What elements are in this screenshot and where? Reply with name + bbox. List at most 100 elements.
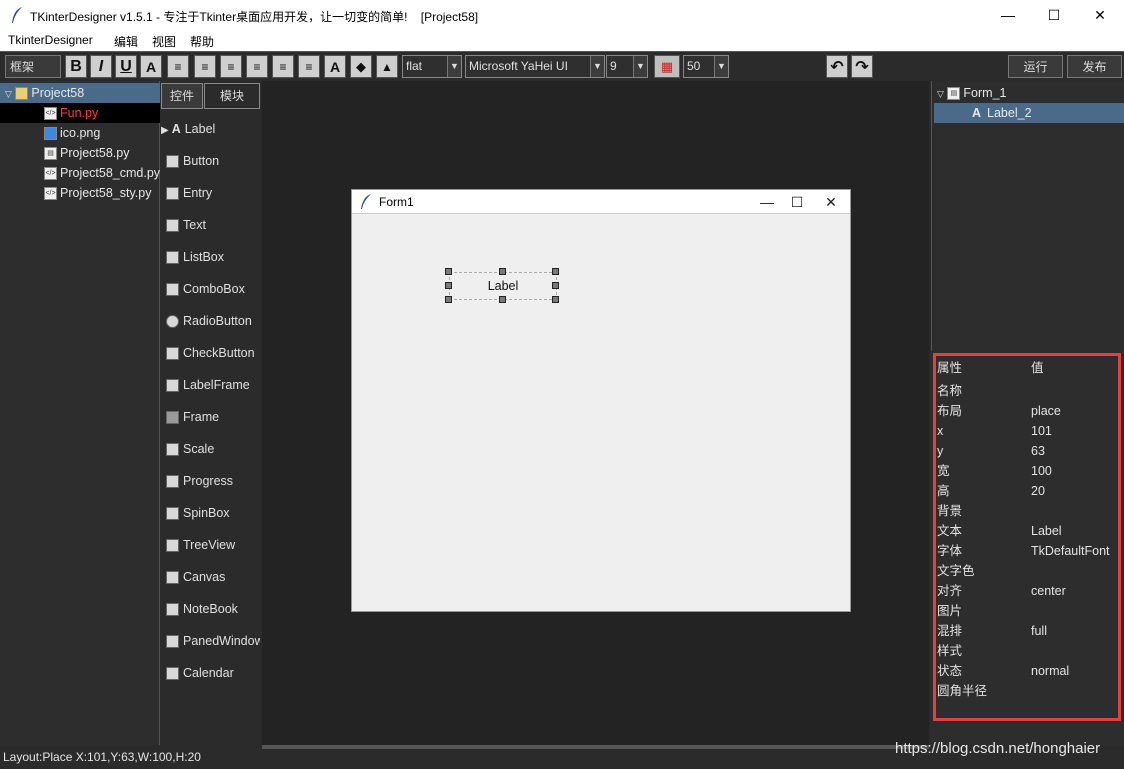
- palette-item-panedwindow[interactable]: PanedWindow: [166, 631, 260, 651]
- palette-item-spinbox[interactable]: SpinBox: [166, 503, 260, 523]
- bold-button[interactable]: B: [65, 55, 87, 78]
- palette-item-scale[interactable]: Scale: [166, 439, 260, 459]
- palette-item-combobox[interactable]: ComboBox: [166, 279, 260, 299]
- tree-file-ico[interactable]: ico.png: [0, 123, 160, 143]
- tree-file-cmd[interactable]: </> Project58_cmd.py: [0, 163, 160, 183]
- align-top-icon[interactable]: ≡: [246, 55, 268, 78]
- resize-handle-nw[interactable]: [445, 268, 452, 275]
- palette-item-text[interactable]: Text: [166, 215, 260, 235]
- tab-modules[interactable]: 模块: [204, 83, 260, 109]
- property-value[interactable]: 63: [1031, 441, 1045, 461]
- property-value[interactable]: center: [1031, 581, 1066, 601]
- palette-item-listbox[interactable]: ListBox: [166, 247, 260, 267]
- align-right-icon[interactable]: ≡: [220, 55, 242, 78]
- palette-item-notebook[interactable]: NoteBook: [166, 599, 260, 619]
- property-row[interactable]: 状态 normal: [937, 661, 1117, 681]
- italic-button[interactable]: I: [90, 55, 112, 78]
- resize-handle-s[interactable]: [499, 296, 506, 303]
- resize-handle-sw[interactable]: [445, 296, 452, 303]
- property-row[interactable]: 宽 100: [937, 461, 1117, 481]
- tree-file-fun[interactable]: </> Fun.py: [0, 103, 160, 123]
- undo-icon[interactable]: ↶: [826, 55, 848, 78]
- menu-tkinterdesigner[interactable]: TkinterDesigner: [8, 33, 93, 47]
- property-row[interactable]: 名称: [937, 381, 1117, 401]
- resize-handle-n[interactable]: [499, 268, 506, 275]
- tab-controls[interactable]: 控件: [161, 83, 203, 109]
- property-row[interactable]: 混排 full: [937, 621, 1117, 641]
- close-button[interactable]: ✕: [1077, 0, 1123, 30]
- form-close-icon[interactable]: ✕: [816, 192, 846, 212]
- property-row[interactable]: 背景: [937, 501, 1117, 521]
- palette-item-checkbutton[interactable]: CheckButton: [166, 343, 260, 363]
- property-row[interactable]: 文字色: [937, 561, 1117, 581]
- tree-root-project[interactable]: ▽ Project58: [0, 83, 160, 103]
- underline-button[interactable]: U: [115, 55, 137, 78]
- palette-item-treeview[interactable]: TreeView: [166, 535, 260, 555]
- align-bottom-icon[interactable]: ≡: [298, 55, 320, 78]
- resize-handle-ne[interactable]: [552, 268, 559, 275]
- palette-item-radiobutton[interactable]: RadioButton: [166, 311, 260, 331]
- menu-help[interactable]: 帮助: [190, 33, 214, 50]
- property-row[interactable]: 高 20: [937, 481, 1117, 501]
- property-value[interactable]: place: [1031, 401, 1061, 421]
- tree-item-form[interactable]: ▽ ▤ Form_1: [932, 83, 1124, 103]
- expand-icon[interactable]: ▽: [5, 89, 12, 99]
- form-maximize-icon[interactable]: ☐: [782, 192, 812, 212]
- image-icon[interactable]: ▲: [376, 55, 398, 78]
- form-preview[interactable]: Form1 — ☐ ✕: [351, 189, 851, 612]
- grid-toggle-icon[interactable]: ▦: [654, 55, 680, 78]
- property-row[interactable]: 对齐 center: [937, 581, 1117, 601]
- run-button[interactable]: 运行: [1008, 55, 1063, 78]
- frame-selector[interactable]: 框架: [5, 55, 61, 78]
- redo-icon[interactable]: ↷: [851, 55, 873, 78]
- align-center-icon[interactable]: ≡: [194, 55, 216, 78]
- grid-size-select[interactable]: 50 ▼: [683, 55, 729, 78]
- property-value[interactable]: normal: [1031, 661, 1069, 681]
- text-color-icon[interactable]: A: [324, 55, 346, 78]
- tree-file-project[interactable]: ▤ Project58.py: [0, 143, 160, 163]
- property-value[interactable]: Label: [1031, 521, 1062, 541]
- property-value[interactable]: full: [1031, 621, 1047, 641]
- expand-icon[interactable]: ▽: [937, 89, 944, 99]
- chevron-down-icon[interactable]: ▼: [633, 56, 647, 77]
- tree-file-sty[interactable]: </> Project58_sty.py: [0, 183, 160, 203]
- align-middle-icon[interactable]: ≡: [272, 55, 294, 78]
- palette-item-canvas[interactable]: Canvas: [166, 567, 260, 587]
- property-row[interactable]: 圆角半径: [937, 681, 1117, 701]
- menu-view[interactable]: 视图: [152, 33, 176, 50]
- chevron-down-icon[interactable]: ▼: [590, 56, 604, 77]
- property-row[interactable]: 文本 Label: [937, 521, 1117, 541]
- property-row[interactable]: 字体 TkDefaultFont: [937, 541, 1117, 561]
- minimize-button[interactable]: —: [985, 0, 1031, 30]
- form-minimize-icon[interactable]: —: [752, 192, 782, 212]
- font-color-icon[interactable]: A: [140, 55, 162, 78]
- publish-button[interactable]: 发布: [1067, 55, 1122, 78]
- property-value[interactable]: TkDefaultFont: [1031, 541, 1110, 561]
- font-select[interactable]: Microsoft YaHei UI ▼: [465, 55, 605, 78]
- property-value[interactable]: 101: [1031, 421, 1052, 441]
- property-row[interactable]: y 63: [937, 441, 1117, 461]
- maximize-button[interactable]: ☐: [1031, 0, 1077, 30]
- property-value[interactable]: 100: [1031, 461, 1052, 481]
- relief-select[interactable]: flat ▼: [402, 55, 462, 78]
- palette-item-labelframe[interactable]: LabelFrame: [166, 375, 260, 395]
- palette-item-button[interactable]: Button: [166, 151, 260, 171]
- property-row[interactable]: 图片: [937, 601, 1117, 621]
- palette-item-progress[interactable]: Progress: [166, 471, 260, 491]
- font-size-select[interactable]: 9 ▼: [606, 55, 648, 78]
- align-left-icon[interactable]: ≡: [167, 55, 189, 78]
- fill-bucket-icon[interactable]: ◆: [350, 55, 372, 78]
- chevron-down-icon[interactable]: ▼: [714, 56, 728, 77]
- palette-item-frame[interactable]: Frame: [166, 407, 260, 427]
- menu-edit[interactable]: 编辑: [114, 33, 138, 50]
- property-row[interactable]: 样式: [937, 641, 1117, 661]
- resize-handle-se[interactable]: [552, 296, 559, 303]
- palette-item-entry[interactable]: Entry: [166, 183, 260, 203]
- palette-item-label[interactable]: ▶ A Label: [161, 119, 255, 139]
- tree-item-label[interactable]: A Label_2: [934, 103, 1124, 123]
- resize-handle-w[interactable]: [445, 282, 452, 289]
- property-row[interactable]: x 101: [937, 421, 1117, 441]
- property-row[interactable]: 布局 place: [937, 401, 1117, 421]
- property-value[interactable]: 20: [1031, 481, 1045, 501]
- resize-handle-e[interactable]: [552, 282, 559, 289]
